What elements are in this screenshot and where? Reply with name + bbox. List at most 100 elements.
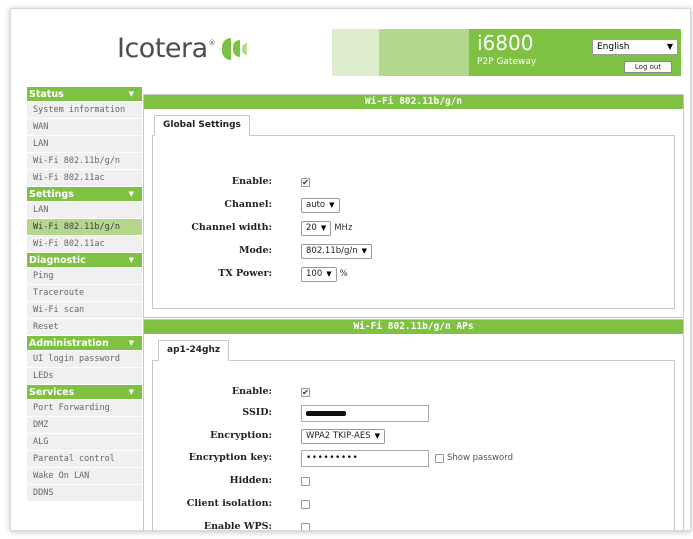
show-password-label: Show password [447, 453, 513, 463]
sidebar-section-diagnostic[interactable]: Diagnostic ▼ [27, 252, 142, 267]
sidebar-nav: Status ▼ System information WAN LAN Wi-Fi… [27, 86, 142, 501]
redacted-ssid [306, 410, 346, 416]
channel-value: auto [306, 200, 326, 210]
tx-power-select[interactable]: 100 ▼ [301, 266, 337, 282]
tab-ap1-24ghz[interactable]: ap1-24ghz [158, 340, 230, 361]
sidebar-item-ddns[interactable]: DDNS [27, 484, 142, 501]
show-password-checkbox[interactable] [435, 453, 444, 463]
section-title: Services [29, 387, 75, 398]
sidebar-item-wifi-bgn-status[interactable]: Wi-Fi 802.11b/g/n [27, 152, 142, 169]
channel-width-unit: MHz [334, 223, 353, 233]
sidebar-item-wifi-scan[interactable]: Wi-Fi scan [27, 301, 142, 318]
tx-power-unit: % [339, 269, 348, 279]
sidebar-section-services[interactable]: Services ▼ [27, 384, 142, 399]
language-select[interactable]: English ▼ [592, 39, 678, 55]
sidebar-item-dmz[interactable]: DMZ [27, 416, 142, 433]
tab-global-settings[interactable]: Global Settings [154, 115, 250, 136]
tx-power-label: TX Power: [218, 268, 272, 279]
channel-label: Channel: [224, 199, 272, 210]
enable-wps-checkbox[interactable] [301, 522, 310, 530]
encryption-label: Encryption: [210, 430, 272, 441]
sidebar-item-traceroute[interactable]: Traceroute [27, 284, 142, 301]
section-title: Status [29, 89, 64, 100]
sidebar-section-administration[interactable]: Administration ▼ [27, 335, 142, 350]
enable-label: Enable: [231, 176, 272, 187]
chevron-down-icon: ▼ [128, 388, 134, 396]
sidebar-item-lan-settings[interactable]: LAN [27, 201, 142, 218]
section-title: Administration [29, 338, 109, 349]
sidebar-item-wifi-ac-status[interactable]: Wi-Fi 802.11ac [27, 169, 142, 186]
channel-width-label: Channel width: [191, 222, 272, 233]
hidden-checkbox[interactable] [301, 476, 310, 486]
sidebar-item-reset[interactable]: Reset [27, 318, 142, 335]
client-isolation-checkbox[interactable] [301, 499, 310, 509]
chevron-down-icon: ▼ [320, 224, 327, 232]
chevron-down-icon: ▼ [361, 247, 368, 255]
tx-power-row: TX Power: 100 ▼% [153, 265, 674, 285]
sidebar-item-parental-control[interactable]: Parental control [27, 450, 142, 467]
sidebar-item-leds[interactable]: LEDs [27, 367, 142, 384]
device-subtitle: P2P Gateway [477, 57, 537, 67]
sidebar-item-wifi-bgn-settings[interactable]: Wi-Fi 802.11b/g/n [27, 218, 142, 235]
device-model: i6800 [477, 31, 534, 55]
mode-select[interactable]: 802.11b/g/n ▼ [301, 243, 373, 259]
ap-enable-label: Enable: [231, 386, 272, 397]
sidebar-item-ui-login-password[interactable]: UI login password [27, 350, 142, 367]
logout-button[interactable]: Log out [624, 61, 672, 73]
ap-enable-checkbox[interactable]: ✔ [301, 387, 310, 397]
encryption-value: WPA2 TKIP-AES [306, 431, 371, 441]
mode-row: Mode: 802.11b/g/n ▼ [153, 242, 674, 262]
ssid-input[interactable] [301, 404, 429, 422]
enable-wps-label: Enable WPS: [203, 521, 272, 531]
enable-row: Enable: ✔ [153, 173, 674, 193]
chevron-down-icon: ▼ [374, 432, 380, 440]
wifi-settings-panel: Wi-Fi 802.11b/g/n Global Settings Enable… [143, 94, 684, 318]
sidebar-section-settings[interactable]: Settings ▼ [27, 186, 142, 201]
channel-select[interactable]: auto ▼ [301, 197, 340, 213]
wifi-aps-panel: Wi-Fi 802.11b/g/n APs ap1-24ghz Enable: … [143, 319, 684, 531]
channel-width-select[interactable]: 20 ▼ [301, 220, 332, 236]
sidebar-item-port-forwarding[interactable]: Port Forwarding [27, 399, 142, 416]
sidebar-item-alg[interactable]: ALG [27, 433, 142, 450]
enable-wps-row: Enable WPS: [153, 518, 674, 531]
channel-width-row: Channel width: 20 ▼ MHz [153, 219, 674, 239]
channel-row: Channel: auto ▼ [153, 196, 674, 216]
ssid-row: SSID: [153, 404, 674, 424]
sidebar-item-ping[interactable]: Ping [27, 267, 142, 284]
chevron-down-icon: ▼ [128, 90, 134, 98]
page-header: Icotera ® i6800 P2P Gateway English ▼ Lo… [11, 9, 690, 88]
mode-label: Mode: [238, 245, 272, 256]
hidden-label: Hidden: [229, 475, 272, 486]
encryption-key-input[interactable]: ••••••••• [301, 449, 429, 467]
language-value: English [597, 42, 630, 52]
mode-value: 802.11b/g/n [306, 246, 358, 256]
show-password-toggle[interactable]: Show password [435, 453, 513, 463]
sidebar-item-wan[interactable]: WAN [27, 118, 142, 135]
sidebar-section-status[interactable]: Status ▼ [27, 86, 142, 101]
sidebar-item-system-information[interactable]: System information [27, 101, 142, 118]
encryption-key-row: Encryption key: ••••••••• Show password [153, 449, 674, 469]
chevron-down-icon: ▼ [128, 339, 134, 347]
chevron-down-icon: ▼ [329, 201, 335, 209]
panel-title: Wi-Fi 802.11b/g/n [144, 95, 683, 109]
chevron-down-icon: ▼ [326, 270, 332, 278]
icotera-logo: Icotera ® [117, 33, 247, 64]
sidebar-item-lan-status[interactable]: LAN [27, 135, 142, 152]
header-accent-medium [379, 29, 469, 76]
sidebar-item-wake-on-lan[interactable]: Wake On LAN [27, 467, 142, 484]
logo-mark-icon [221, 37, 247, 60]
ssid-label: SSID: [242, 407, 272, 418]
password-dots: ••••••••• [306, 453, 359, 463]
client-isolation-row: Client isolation: [153, 495, 674, 515]
panel-title: Wi-Fi 802.11b/g/n APs [144, 320, 683, 334]
hidden-row: Hidden: [153, 472, 674, 492]
client-isolation-label: Client isolation: [186, 498, 272, 509]
chevron-down-icon: ▼ [128, 190, 134, 198]
enable-checkbox[interactable]: ✔ [301, 177, 310, 187]
encryption-select[interactable]: WPA2 TKIP-AES ▼ [301, 428, 385, 444]
router-admin-window: Icotera ® i6800 P2P Gateway English ▼ Lo… [10, 8, 691, 531]
sidebar-item-wifi-ac-settings[interactable]: Wi-Fi 802.11ac [27, 235, 142, 252]
ap-settings-form: Enable: ✔ SSID: Encryption: WPA2 TKIP-AE… [152, 360, 675, 531]
logo-text: Icotera [117, 33, 208, 64]
chevron-down-icon: ▼ [128, 256, 134, 264]
